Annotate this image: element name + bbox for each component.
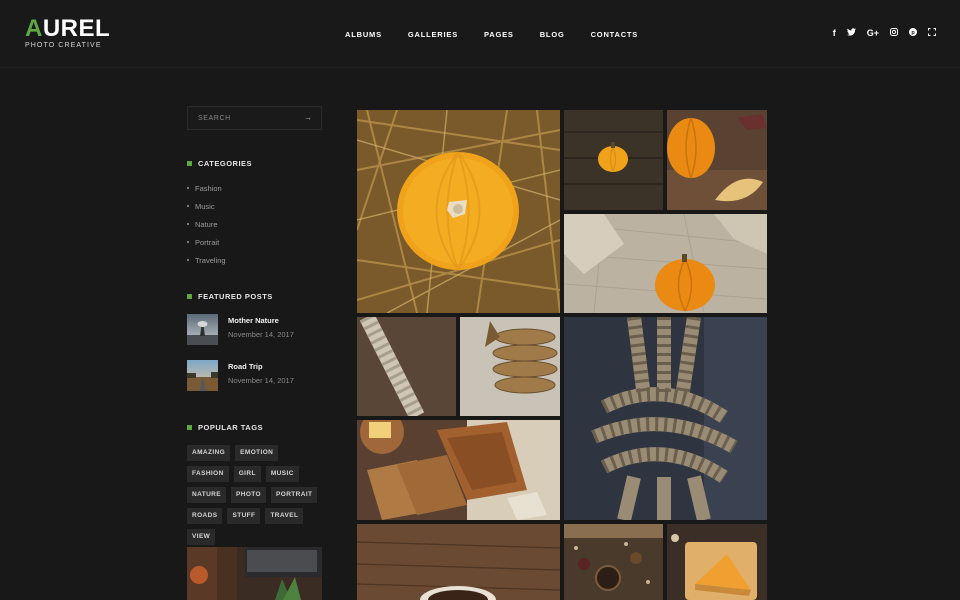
- gallery-photo-pumpkin-leaf[interactable]: [667, 110, 767, 210]
- bullet-icon: [187, 241, 189, 243]
- bullet-icon: [187, 205, 189, 207]
- tag-link[interactable]: VIEW: [187, 529, 216, 545]
- tag-link[interactable]: MUSIC: [265, 466, 299, 482]
- gallery-photo-bread[interactable]: [357, 420, 560, 520]
- post-title[interactable]: Mother Nature: [228, 316, 279, 325]
- tag-cloud: AMAZING EMOTION FASHION GIRL MUSIC NATUR…: [187, 445, 327, 550]
- nav-blog[interactable]: BLOG: [540, 30, 565, 39]
- sidebar: → CATEGORIES Fashion Music Nature Portra…: [187, 106, 323, 600]
- tag-link[interactable]: PORTRAIT: [271, 487, 318, 503]
- category-list: Fashion Music Nature Portrait Traveling: [187, 179, 323, 269]
- featured-posts-title: FEATURED POSTS: [198, 292, 273, 301]
- pinterest-icon[interactable]: p: [909, 27, 917, 39]
- widget-marker-icon: [187, 294, 192, 299]
- post-thumbnail[interactable]: [187, 360, 218, 391]
- gallery-photo-pie[interactable]: [667, 524, 767, 600]
- category-item[interactable]: Traveling: [187, 251, 323, 269]
- popular-tags-widget: POPULAR TAGS AMAZING EMOTION FASHION GIR…: [187, 423, 323, 550]
- nav-galleries[interactable]: GALLERIES: [408, 30, 458, 39]
- nav-pages[interactable]: PAGES: [484, 30, 514, 39]
- nav-contacts[interactable]: CONTACTS: [591, 30, 639, 39]
- bullet-icon: [187, 223, 189, 225]
- category-item[interactable]: Nature: [187, 215, 323, 233]
- post-date: November 14, 2017: [228, 330, 294, 339]
- bullet-icon: [187, 259, 189, 261]
- tag-link[interactable]: AMAZING: [187, 445, 231, 461]
- tag-link[interactable]: TRAVEL: [265, 508, 304, 524]
- photo-gallery: [357, 110, 767, 600]
- post-title[interactable]: Road Trip: [228, 362, 263, 371]
- tag-link[interactable]: NATURE: [187, 487, 226, 503]
- tag-link[interactable]: GIRL: [233, 466, 261, 482]
- tag-link[interactable]: ROADS: [187, 508, 223, 524]
- logo-wordmark: AUREL: [25, 15, 111, 42]
- post-date: November 14, 2017: [228, 376, 294, 385]
- instagram-icon[interactable]: [890, 27, 898, 39]
- search-submit-icon[interactable]: →: [304, 113, 312, 122]
- category-item[interactable]: Music: [187, 197, 323, 215]
- category-item[interactable]: Fashion: [187, 179, 323, 197]
- tag-link[interactable]: PHOTO: [231, 487, 266, 503]
- tag-link[interactable]: FASHION: [187, 466, 229, 482]
- social-links: f G+ p: [822, 27, 936, 39]
- gallery-photo-pumpkin-burlap[interactable]: [564, 214, 767, 313]
- featured-posts-widget: FEATURED POSTS Mother Nature November 14…: [187, 292, 323, 406]
- gallery-photo-rope-coil[interactable]: [357, 317, 456, 416]
- site-logo[interactable]: AUREL PHOTO CREATIVE: [25, 15, 111, 50]
- popular-tags-title: POPULAR TAGS: [198, 423, 264, 432]
- main-nav: ALBUMS GALLERIES PAGES BLOG CONTACTS: [345, 30, 664, 39]
- google-plus-icon[interactable]: G+: [867, 27, 879, 39]
- categories-widget: CATEGORIES Fashion Music Nature Portrait…: [187, 159, 323, 269]
- fullscreen-icon[interactable]: [928, 27, 936, 39]
- gallery-photo-rope-knot[interactable]: [564, 317, 767, 520]
- categories-title: CATEGORIES: [198, 159, 253, 168]
- nav-albums[interactable]: ALBUMS: [345, 30, 382, 39]
- gallery-photo-coffee[interactable]: [357, 524, 560, 600]
- tag-link[interactable]: STUFF: [227, 508, 261, 524]
- widget-marker-icon: [187, 161, 192, 166]
- gallery-photo-rope-spool[interactable]: [460, 317, 560, 416]
- category-item[interactable]: Portrait: [187, 233, 323, 251]
- search-input[interactable]: [188, 107, 298, 129]
- site-header: AUREL PHOTO CREATIVE ALBUMS GALLERIES PA…: [0, 0, 960, 68]
- gallery-photo-spices[interactable]: [564, 524, 663, 600]
- logo-tagline: PHOTO CREATIVE: [25, 42, 102, 49]
- tag-link[interactable]: EMOTION: [235, 445, 279, 461]
- featured-post[interactable]: Mother Nature November 14, 2017: [187, 314, 323, 360]
- facebook-icon[interactable]: f: [833, 27, 836, 39]
- widget-marker-icon: [187, 425, 192, 430]
- gallery-photo-small-pumpkin[interactable]: [564, 110, 663, 210]
- featured-post[interactable]: Road Trip November 14, 2017: [187, 360, 323, 406]
- bullet-icon: [187, 187, 189, 189]
- twitter-icon[interactable]: [846, 27, 856, 39]
- sidebar-instagram-image[interactable]: [187, 547, 322, 600]
- gallery-photo-pumpkin-straw[interactable]: [357, 110, 560, 313]
- post-thumbnail[interactable]: [187, 314, 218, 345]
- search-box: →: [187, 106, 322, 130]
